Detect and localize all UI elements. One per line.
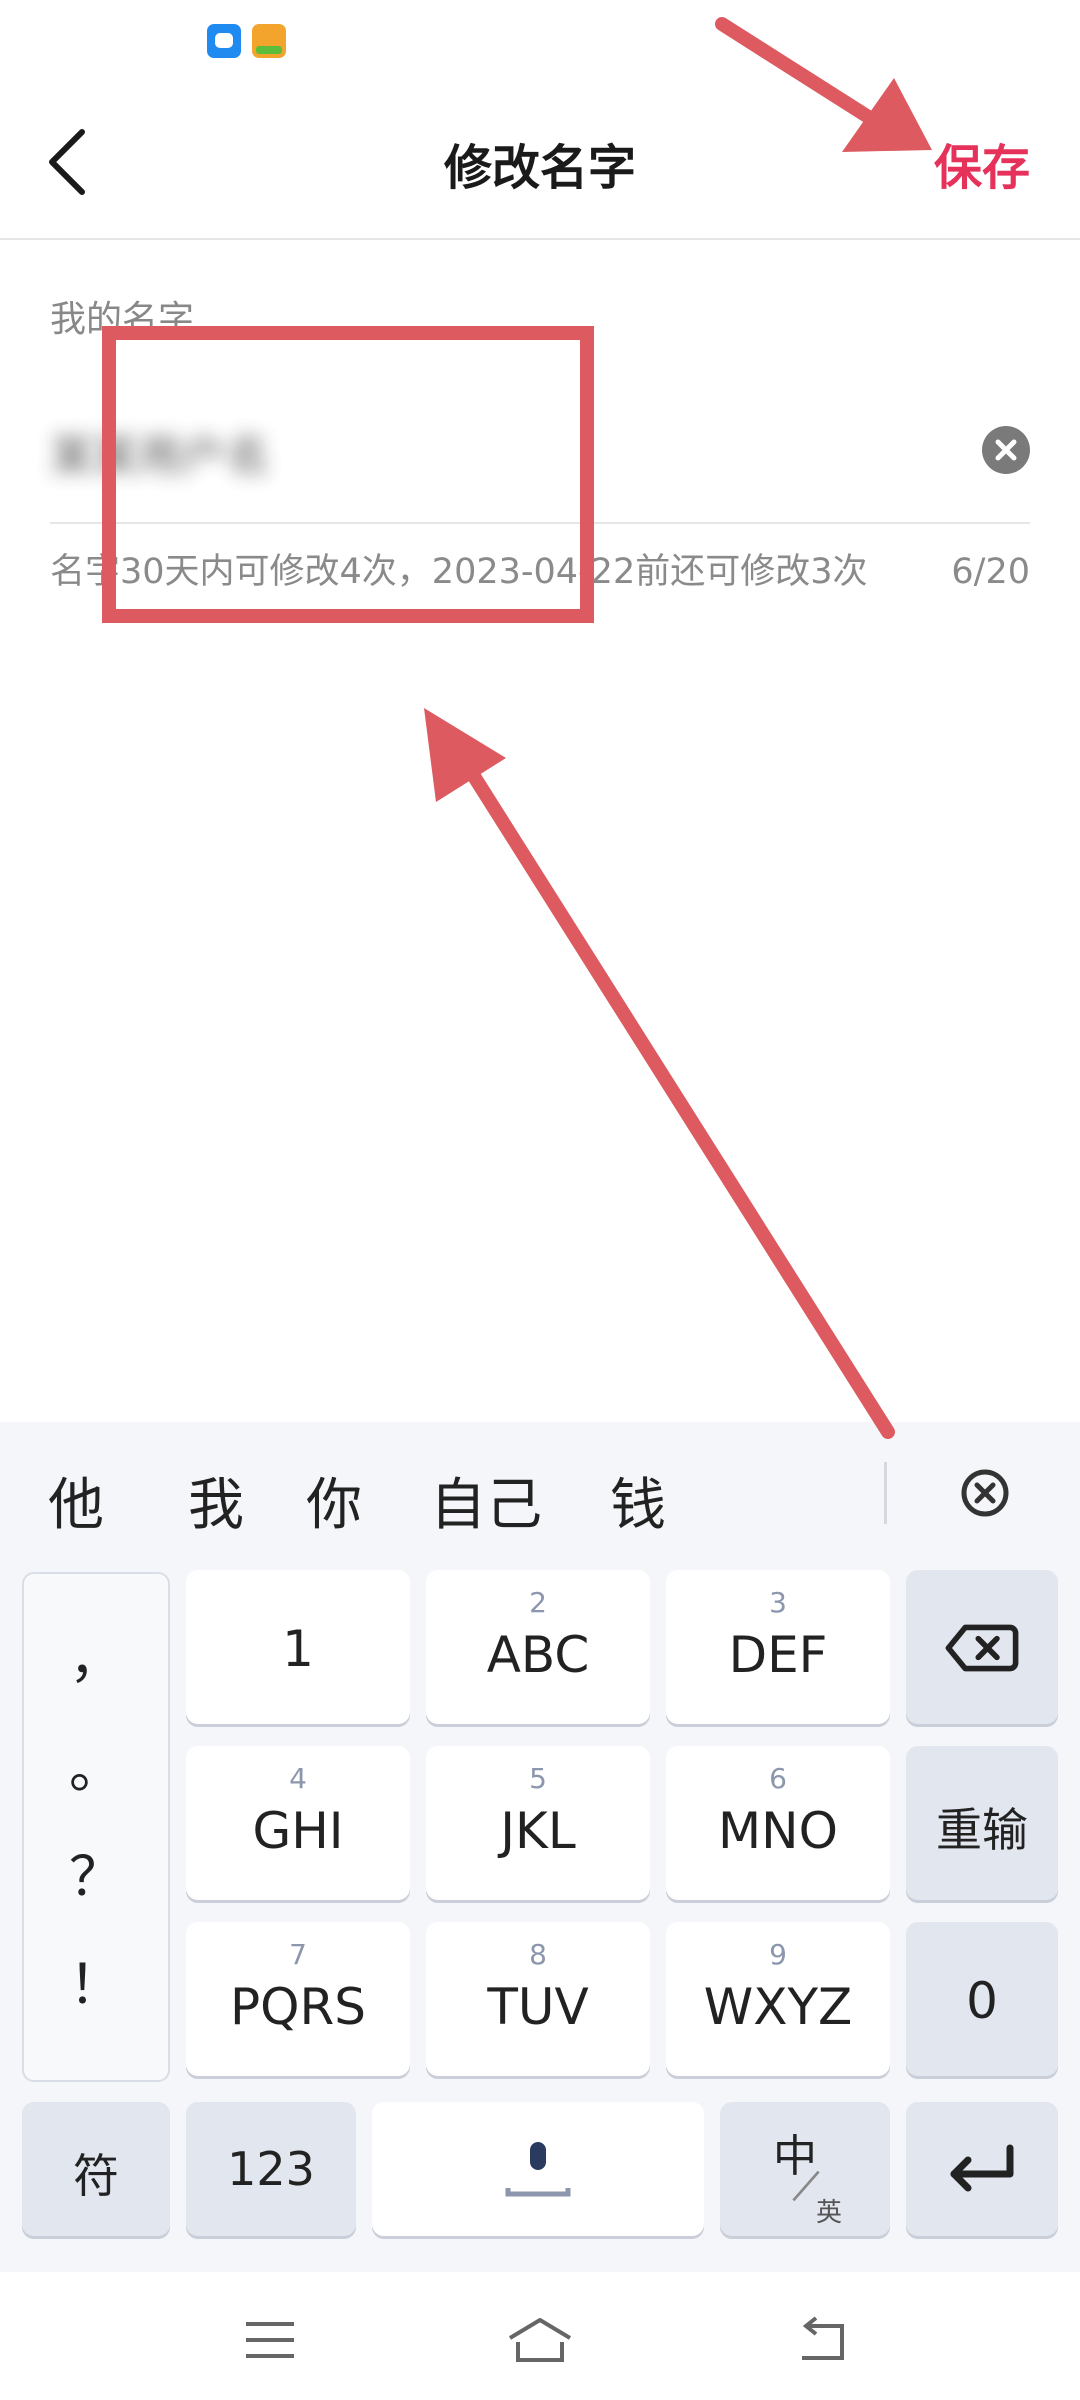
char-counter: 6/20 <box>951 552 1030 592</box>
keyboard: 他 我 你 自己 钱 ， 。 ？ ！ 1 2 ABC 3 DEF 4 GHI 5… <box>0 1422 1080 2272</box>
collapse-keyboard-icon[interactable] <box>960 1468 1010 1518</box>
candidate-word[interactable]: 他 <box>48 1460 104 1541</box>
punct-question[interactable]: ？ <box>24 1832 168 1911</box>
key-ghi[interactable]: 4 GHI <box>186 1746 410 1900</box>
clear-icon[interactable] <box>982 426 1030 474</box>
key-wxyz[interactable]: 9 WXYZ <box>666 1922 890 2076</box>
punct-comma[interactable]: ， <box>24 1614 168 1693</box>
reset-button[interactable]: 重输 <box>906 1746 1058 1900</box>
key-digit: 3 <box>769 1586 787 1619</box>
system-navigation-bar <box>0 2272 1080 2400</box>
key-label: PQRS <box>230 1978 366 2036</box>
key-digit: 7 <box>289 1938 307 1971</box>
enter-icon <box>950 2144 1014 2192</box>
page-title: 修改名字 <box>443 140 636 196</box>
status-bar <box>0 0 1080 80</box>
key-label: 123 <box>227 2142 315 2196</box>
menu-icon[interactable] <box>240 2312 300 2368</box>
microphone-icon <box>505 2142 571 2197</box>
key-label: ABC <box>486 1626 590 1684</box>
key-pqrs[interactable]: 7 PQRS <box>186 1922 410 2076</box>
key-label: DEF <box>728 1626 828 1684</box>
key-label: TUV <box>487 1978 589 2036</box>
key-label: WXYZ <box>703 1978 853 2036</box>
key-label: 符 <box>73 2149 119 2203</box>
number-mode-button[interactable]: 123 <box>186 2102 356 2236</box>
key-label: JKL <box>500 1802 576 1860</box>
key-digit: 2 <box>529 1586 547 1619</box>
key-jkl[interactable]: 5 JKL <box>426 1746 650 1900</box>
key-digit: 8 <box>529 1938 547 1971</box>
home-icon[interactable] <box>504 2312 576 2368</box>
key-label: GHI <box>252 1802 344 1860</box>
candidate-bar: 他 我 你 自己 钱 <box>0 1422 1080 1562</box>
key-tuv[interactable]: 8 TUV <box>426 1922 650 2076</box>
key-digit: 5 <box>529 1762 547 1795</box>
key-mno[interactable]: 6 MNO <box>666 1746 890 1900</box>
app-notification-icon <box>252 24 286 58</box>
key-label: MNO <box>718 1802 838 1860</box>
candidate-word[interactable]: 你 <box>306 1460 362 1541</box>
key-0[interactable]: 0 <box>906 1922 1058 2076</box>
enter-button[interactable] <box>906 2102 1058 2236</box>
backspace-icon <box>945 1624 1019 1672</box>
candidate-word[interactable]: 我 <box>188 1460 244 1541</box>
punct-period[interactable]: 。 <box>24 1724 168 1803</box>
candidate-divider <box>884 1462 887 1524</box>
key-abc[interactable]: 2 ABC <box>426 1570 650 1724</box>
key-digit: 9 <box>769 1938 787 1971</box>
key-1[interactable]: 1 <box>186 1570 410 1724</box>
punctuation-column[interactable]: ， 。 ？ ！ <box>22 1572 170 2082</box>
space-voice-button[interactable] <box>372 2102 704 2236</box>
candidate-word[interactable]: 钱 <box>610 1460 666 1541</box>
punct-exclaim[interactable]: ！ <box>24 1940 168 2019</box>
annotation-highlight-box <box>102 326 594 623</box>
save-button[interactable]: 保存 <box>934 128 1030 198</box>
back-nav-icon[interactable] <box>792 2312 852 2368</box>
backspace-button[interactable] <box>906 1570 1058 1724</box>
candidate-word[interactable]: 自己 <box>430 1460 542 1541</box>
key-digit: 6 <box>769 1762 787 1795</box>
key-label: 1 <box>282 1620 314 1678</box>
app-notification-icon <box>207 24 241 58</box>
symbol-button[interactable]: 符 <box>22 2102 170 2236</box>
language-switch-button[interactable]: 中 英 <box>720 2102 890 2236</box>
header: 修改名字 保存 <box>0 80 1080 240</box>
key-label: 重输 <box>936 1803 1028 1857</box>
key-digit: 4 <box>289 1762 307 1795</box>
key-sub-label: 英 <box>816 2198 843 2228</box>
key-def[interactable]: 3 DEF <box>666 1570 890 1724</box>
key-label: 0 <box>966 1972 998 2030</box>
